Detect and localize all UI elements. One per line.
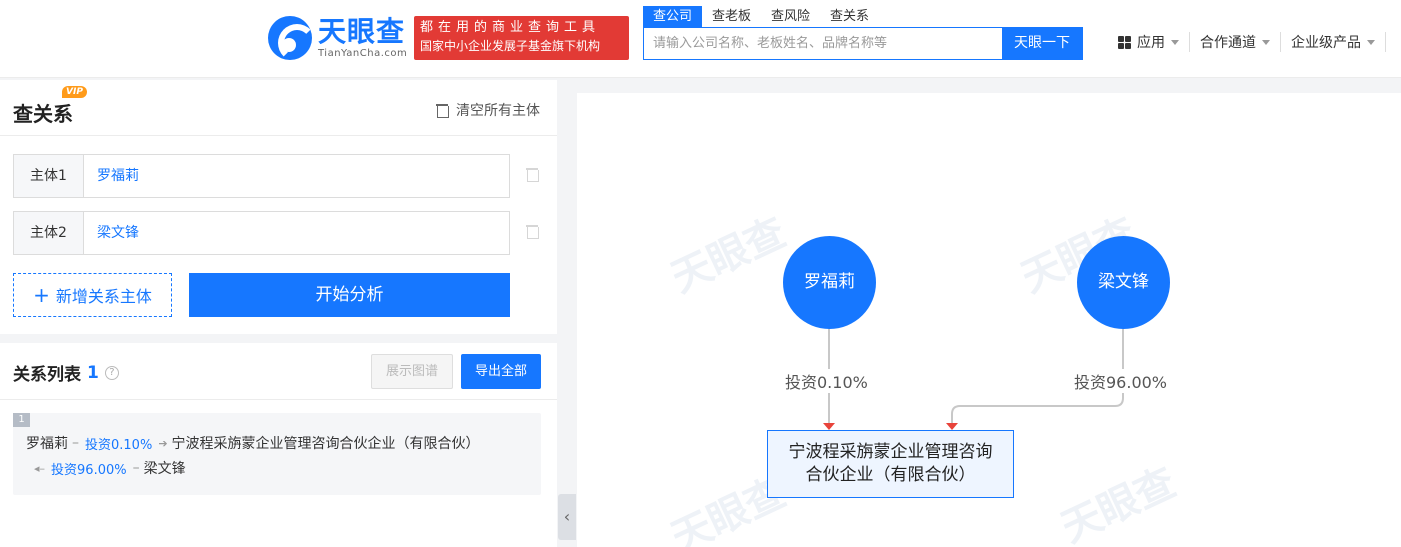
nav-apps[interactable]: 应用: [1118, 32, 1190, 52]
arrow-right-icon: ➔: [158, 436, 168, 450]
tab-company[interactable]: 查公司: [643, 6, 703, 28]
tab-boss[interactable]: 查老板: [702, 6, 761, 28]
chevron-down-icon: [1367, 39, 1375, 45]
entity-row-2: 主体2 梁文锋: [13, 211, 510, 255]
edge-a-arrow: [823, 423, 835, 430]
company-name-line2: 合伙企业（有限合伙）: [805, 465, 976, 485]
edge-label-a: 投资0.10%: [783, 369, 870, 393]
search-button[interactable]: 天眼一下: [1002, 28, 1082, 59]
show-graph-button[interactable]: 展示图谱: [371, 354, 453, 389]
logo-domain: TianYanCha.com: [318, 47, 408, 59]
nav-cooperation-label: 合作通道: [1200, 35, 1256, 51]
entity-input-2[interactable]: 梁文锋: [84, 212, 509, 254]
collapse-panel-button[interactable]: ‹: [558, 494, 576, 540]
graph-node-person-a[interactable]: 罗福莉: [783, 236, 876, 329]
tab-risk[interactable]: 查风险: [761, 6, 820, 28]
search-box: 天眼一下: [643, 27, 1083, 60]
nav-apps-label: 应用: [1137, 35, 1165, 51]
relation-to[interactable]: 梁文锋: [144, 458, 186, 478]
left-panel: 查关系 VIP 清空所有主体 主体1 罗福莉 主体2 梁文锋 + 新增关系主体 …: [0, 80, 557, 547]
edge-label-b: 投资96.00%: [1072, 369, 1170, 393]
arrow-left-icon: ◂–: [34, 461, 46, 475]
slogan-banner: 都在用的商业查询工具 国家中小企业发展子基金旗下机构: [414, 16, 629, 60]
graph-node-company[interactable]: 宁波程采旃蒙企业管理咨询 合伙企业（有限合伙）: [767, 430, 1014, 498]
divider: [0, 135, 557, 136]
dash-icon: –: [72, 435, 79, 451]
chevron-down-icon: [1171, 39, 1179, 45]
clear-all-label: 清空所有主体: [456, 103, 540, 119]
trash-icon: [436, 103, 449, 118]
search-tabs: 查公司 查老板 查风险 查关系: [643, 6, 879, 28]
logo-mark-icon: [268, 16, 312, 60]
relation-invest-2: 投资96.00%: [51, 462, 127, 478]
divider: [0, 399, 557, 400]
list-item[interactable]: 1 罗福莉 – 投资0.10% ➔ 宁波程采旃蒙企业管理咨询合伙企业（有限合伙）…: [13, 413, 541, 495]
query-card: 查关系 VIP 清空所有主体 主体1 罗福莉 主体2 梁文锋 + 新增关系主体 …: [0, 80, 557, 334]
tab-relation[interactable]: 查关系: [820, 6, 879, 28]
chevron-down-icon: [1262, 39, 1270, 45]
relation-index: 1: [13, 413, 30, 427]
company-name-line1: 宁波程采旃蒙企业管理咨询: [788, 442, 993, 462]
relation-list-card: 关系列表 1 ? 展示图谱 导出全部 1 罗福莉 – 投资0.10% ➔ 宁波程…: [0, 343, 557, 547]
entity-input-1[interactable]: 罗福莉: [84, 155, 509, 197]
relation-from[interactable]: 罗福莉: [26, 433, 68, 453]
entity-label: 主体1: [14, 155, 84, 197]
edge-b-arrow: [946, 423, 958, 430]
relation-company[interactable]: 宁波程采旃蒙企业管理咨询合伙企业（有限合伙）: [172, 433, 480, 453]
clear-all-button[interactable]: 清空所有主体: [436, 100, 540, 120]
relation-graph: 天眼查 天眼查 天眼查 天眼查 罗福莉 梁文锋 投资0.10% 投资96.00%…: [577, 93, 1401, 547]
slogan-line2: 国家中小企业发展子基金旗下机构: [420, 39, 601, 53]
top-header: 天眼查 TianYanCha.com 都在用的商业查询工具 国家中小企业发展子基…: [0, 0, 1401, 78]
chevron-left-icon: ‹: [563, 507, 571, 526]
entity-row-1: 主体1 罗福莉: [13, 154, 510, 198]
delete-entity-1-icon[interactable]: [526, 167, 539, 182]
help-icon[interactable]: ?: [104, 365, 119, 380]
graph-node-person-b[interactable]: 梁文锋: [1077, 236, 1170, 329]
add-entity-label: 新增关系主体: [55, 287, 152, 306]
relation-invest-1: 投资0.10%: [85, 437, 153, 453]
relation-list-label: 关系列表: [13, 365, 81, 385]
nav-cooperation[interactable]: 合作通道: [1200, 32, 1281, 52]
tianyancha-logo[interactable]: 天眼查 TianYanCha.com: [268, 16, 407, 60]
entity-label: 主体2: [14, 212, 84, 254]
start-analysis-button[interactable]: 开始分析: [189, 273, 510, 317]
export-all-button[interactable]: 导出全部: [461, 354, 541, 389]
vip-badge: VIP: [62, 86, 87, 98]
slogan-line1: 都在用的商业查询工具: [420, 20, 601, 35]
relation-count: 1: [87, 362, 99, 383]
dash-icon: –: [132, 460, 140, 476]
top-nav: 应用 合作通道 企业级产品: [1118, 32, 1396, 52]
relation-list-title: 关系列表 1 ?: [13, 360, 119, 385]
delete-entity-2-icon[interactable]: [526, 224, 539, 239]
nav-enterprise-label: 企业级产品: [1291, 35, 1361, 51]
logo-title: 天眼查: [318, 14, 406, 48]
add-entity-button[interactable]: + 新增关系主体: [13, 273, 172, 317]
apps-grid-icon: [1118, 35, 1131, 49]
nav-enterprise[interactable]: 企业级产品: [1291, 32, 1386, 52]
plus-icon: +: [33, 283, 50, 307]
search-input[interactable]: [644, 28, 1002, 59]
page-title: 查关系: [13, 102, 73, 126]
